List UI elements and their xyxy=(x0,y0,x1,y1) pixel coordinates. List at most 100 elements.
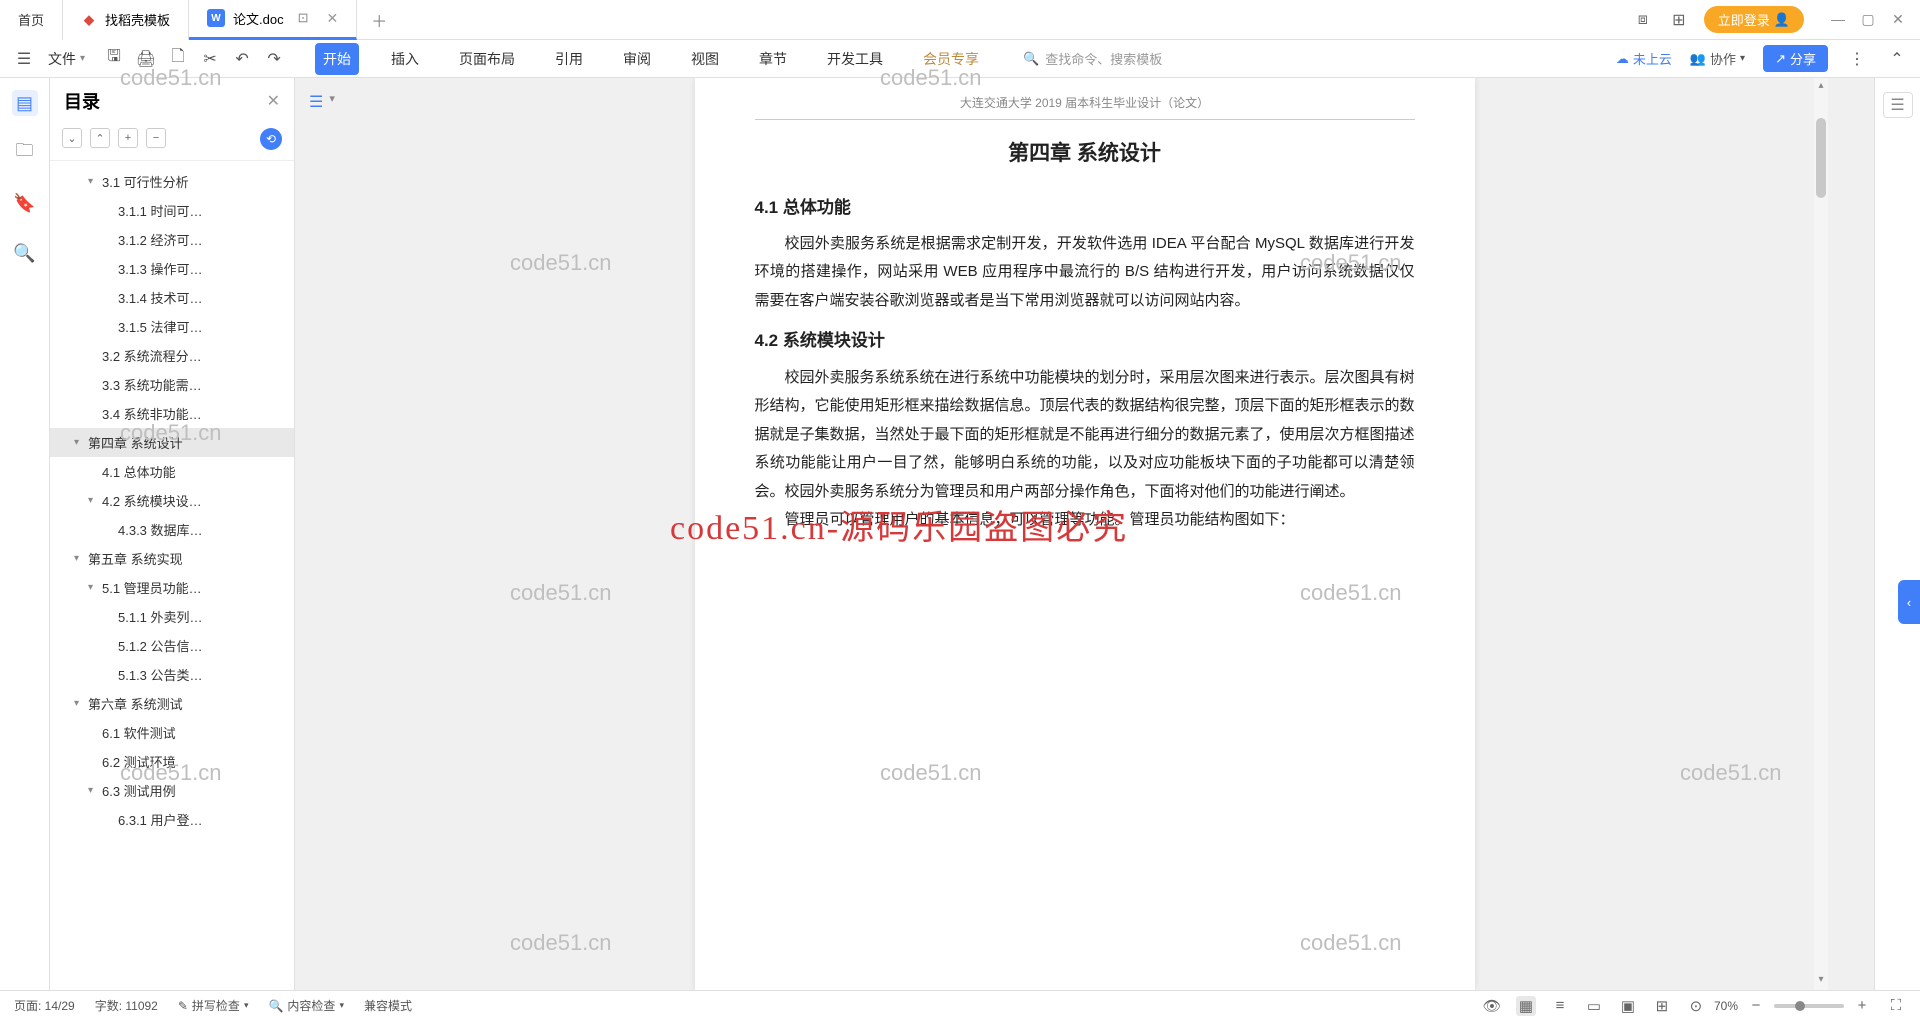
menu-view[interactable]: 视图 xyxy=(683,43,727,75)
tree-item[interactable]: 5.1.3 公告类… xyxy=(50,660,294,689)
eye-icon[interactable]: 👁 xyxy=(1482,996,1502,1016)
collapse-all-icon[interactable]: ⌄ xyxy=(62,128,82,148)
tree-item[interactable]: ▾5.1 管理员功能… xyxy=(50,573,294,602)
tree-item-label: 3.1.2 经济可… xyxy=(118,230,203,249)
apps-icon[interactable]: ⊞ xyxy=(1668,9,1690,31)
tree-item[interactable]: 4.3.3 数据库… xyxy=(50,515,294,544)
tree-item[interactable]: ▾6.3 测试用例 xyxy=(50,776,294,805)
menu-icon[interactable]: ☰ xyxy=(12,47,36,71)
collapse-ribbon-icon[interactable]: ⌃ xyxy=(1886,48,1908,70)
scroll-up-icon[interactable]: ▴ xyxy=(1816,80,1826,94)
login-button[interactable]: 立即登录 👤 xyxy=(1704,6,1804,33)
zoom-out-icon[interactable]: − xyxy=(1746,996,1766,1016)
tree-item[interactable]: 3.1.2 经济可… xyxy=(50,225,294,254)
undo-icon[interactable]: ↶ xyxy=(231,48,253,70)
toolbox-icon[interactable]: 🗀 xyxy=(12,140,38,166)
menu-member[interactable]: 会员专享 xyxy=(915,43,987,75)
section-2-para1: 校园外卖服务系统系统在进行系统中功能模块的划分时，采用层次图来进行表示。层次图具… xyxy=(755,364,1415,507)
tree-item[interactable]: 3.1.4 技术可… xyxy=(50,283,294,312)
doc-control-icon[interactable]: ☰ xyxy=(309,92,323,112)
redo-icon[interactable]: ↷ xyxy=(263,48,285,70)
fullscreen-icon[interactable]: ⛶ xyxy=(1886,996,1906,1016)
menu-devtools[interactable]: 开发工具 xyxy=(819,43,891,75)
ruler-icon[interactable]: ⊞ xyxy=(1652,996,1672,1016)
tab-document[interactable]: W 论文.doc ⊡ ✕ xyxy=(189,0,357,40)
tab-document-label: 论文.doc xyxy=(233,9,284,28)
user-icon: 👤 xyxy=(1774,12,1790,28)
content-check[interactable]: 🔍 内容检查 ▾ xyxy=(268,997,344,1014)
cut-icon[interactable]: ✂ xyxy=(199,48,221,70)
view-read-icon[interactable]: ▣ xyxy=(1618,996,1638,1016)
chevron-down-icon: ▾ xyxy=(1740,53,1745,64)
tree-item[interactable]: ▾第六章 系统测试 xyxy=(50,689,294,718)
content-icon: 🔍 xyxy=(268,999,283,1013)
save-icon[interactable]: 🖫 xyxy=(103,48,125,70)
tree-item[interactable]: ▾第五章 系统实现 xyxy=(50,544,294,573)
ribbon-search[interactable]: 🔍 查找命令、搜索模板 xyxy=(1023,49,1162,68)
level-up-icon[interactable]: + xyxy=(118,128,138,148)
tree-item[interactable]: 3.4 系统非功能… xyxy=(50,399,294,428)
tree-item[interactable]: 6.2 测试环境 xyxy=(50,747,294,776)
tree-item[interactable]: 5.1.2 公告信… xyxy=(50,631,294,660)
tree-item[interactable]: 3.1.1 时间可… xyxy=(50,196,294,225)
share-button[interactable]: ↗ 分享 xyxy=(1763,45,1828,72)
scroll-down-icon[interactable]: ▾ xyxy=(1816,974,1826,988)
collab-button[interactable]: 👥 协作 ▾ xyxy=(1690,49,1745,68)
minimize-icon[interactable]: — xyxy=(1828,11,1848,28)
preview-icon[interactable]: 🗋 xyxy=(167,48,189,70)
zoom-slider[interactable] xyxy=(1774,1004,1844,1008)
tab-home[interactable]: 首页 xyxy=(0,0,63,40)
collapse-right-icon[interactable]: ☰ xyxy=(1883,92,1913,118)
tree-item[interactable]: 4.1 总体功能 xyxy=(50,457,294,486)
tab-new[interactable]: ＋ xyxy=(357,8,401,32)
view-outline-icon[interactable]: ≡ xyxy=(1550,996,1570,1016)
spell-check[interactable]: ✎ 拼写检查 ▾ xyxy=(178,997,249,1014)
print-icon[interactable]: 🖨 xyxy=(135,48,157,70)
expand-all-icon[interactable]: ⌃ xyxy=(90,128,110,148)
tab-pin-icon[interactable]: ⊡ xyxy=(298,10,309,26)
outline-icon[interactable]: ▤ xyxy=(12,90,38,116)
more-icon[interactable]: ⋮ xyxy=(1846,48,1868,70)
tree-item[interactable]: 3.1.3 操作可… xyxy=(50,254,294,283)
outline-close-icon[interactable]: ✕ xyxy=(267,91,280,111)
ad-icon[interactable]: ⧈ xyxy=(1632,9,1654,31)
menu-reference[interactable]: 引用 xyxy=(547,43,591,75)
close-window-icon[interactable]: ✕ xyxy=(1888,11,1908,28)
menu-start[interactable]: 开始 xyxy=(315,43,359,75)
tab-template[interactable]: ◆ 找稻壳模板 xyxy=(63,0,189,40)
tree-item[interactable]: 3.1.5 法律可… xyxy=(50,312,294,341)
bookmark-icon[interactable]: 🔖 xyxy=(12,190,38,216)
compat-mode[interactable]: 兼容模式 xyxy=(364,997,412,1014)
tree-arrow-icon: ▾ xyxy=(74,437,88,448)
tab-close-icon[interactable]: ✕ xyxy=(327,10,339,27)
tree-item[interactable]: 5.1.1 外卖列… xyxy=(50,602,294,631)
tree-item[interactable]: ▾4.2 系统模块设… xyxy=(50,486,294,515)
search-rail-icon[interactable]: 🔍 xyxy=(12,240,38,266)
tree-item[interactable]: 3.3 系统功能需… xyxy=(50,370,294,399)
zoom-value: 70% xyxy=(1714,999,1738,1013)
word-count[interactable]: 字数: 11092 xyxy=(95,997,158,1014)
edge-tab[interactable]: ‹ xyxy=(1898,580,1920,624)
tree-item[interactable]: 6.3.1 用户登… xyxy=(50,805,294,834)
scroll-thumb[interactable] xyxy=(1816,118,1826,198)
menu-chapter[interactable]: 章节 xyxy=(751,43,795,75)
zoom-in-icon[interactable]: + xyxy=(1852,996,1872,1016)
cloud-status[interactable]: ☁ 未上云 xyxy=(1616,49,1672,68)
menu-review[interactable]: 审阅 xyxy=(615,43,659,75)
view-page-icon[interactable]: ▦ xyxy=(1516,996,1536,1016)
sync-icon[interactable]: ⟲ xyxy=(260,128,282,150)
tree-item[interactable]: ▾3.1 可行性分析 xyxy=(50,167,294,196)
file-menu[interactable]: 文件 ▾ xyxy=(42,49,91,69)
page-indicator[interactable]: 页面: 14/29 xyxy=(14,997,75,1014)
doc-dropdown-icon[interactable]: ▾ xyxy=(329,92,335,112)
menu-insert[interactable]: 插入 xyxy=(383,43,427,75)
level-down-icon[interactable]: − xyxy=(146,128,166,148)
tree-item[interactable]: 6.1 软件测试 xyxy=(50,718,294,747)
tree-item[interactable]: 3.2 系统流程分… xyxy=(50,341,294,370)
zoom-reset-icon[interactable]: ⊙ xyxy=(1686,996,1706,1016)
maximize-icon[interactable]: ▢ xyxy=(1858,11,1878,28)
scrollbar[interactable]: ▴ ▾ xyxy=(1814,78,1828,990)
menu-layout[interactable]: 页面布局 xyxy=(451,43,523,75)
tree-item[interactable]: ▾第四章 系统设计 xyxy=(50,428,294,457)
view-web-icon[interactable]: ▭ xyxy=(1584,996,1604,1016)
